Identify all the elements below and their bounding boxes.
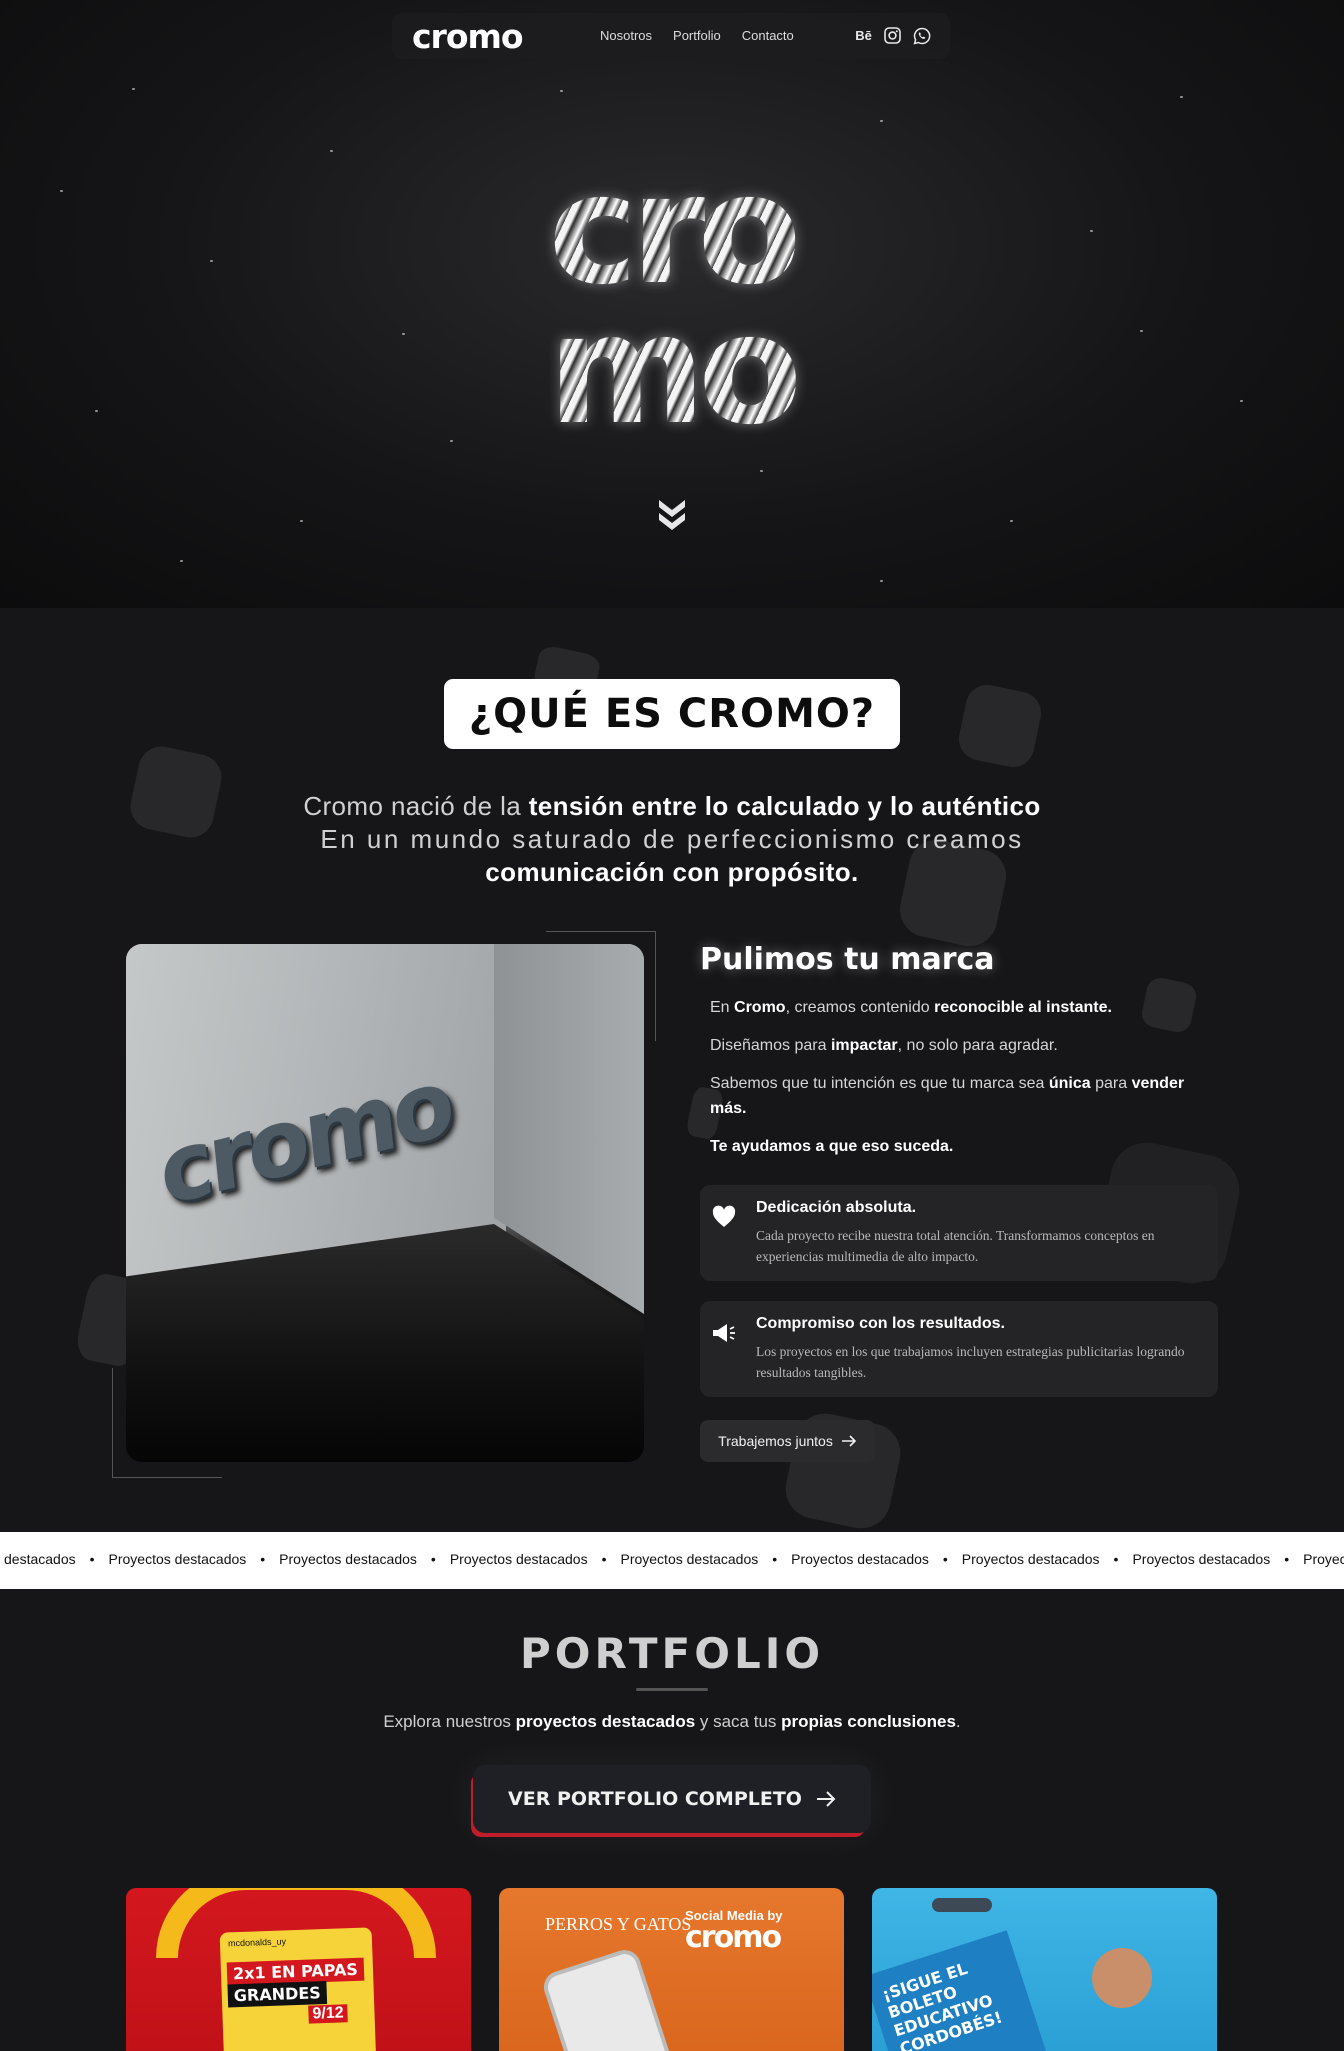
intro-highlight: tensión entre lo calculado y lo auténtic… [528,791,1041,821]
portfolio-card-boleto-educativo[interactable]: ¡SIGUE EL BOLETO EDUCATIVO CORDOBÉS! [872,1888,1217,2051]
about-intro: Cromo nació de la tensión entre lo calcu… [150,790,1194,889]
paragraph: En Cromo, creamos contenido reconocible … [710,999,1112,1016]
intro-highlight-2: comunicación con propósito. [485,857,859,887]
top-navbar: cromo Nosotros Portfolio Contacto Bē [392,13,950,59]
instagram-icon[interactable] [883,26,902,45]
cromo-wall-photo: cromo [126,944,644,1462]
about-section: ¿QUÉ ES CROMO? Cromo nació de la tensión… [0,608,1344,1532]
about-paragraphs: En Cromo, creamos contenido reconocible … [710,995,1220,1159]
feature-card-compromiso: Compromiso con los resultados. Los proye… [700,1301,1218,1397]
nav-links: Nosotros Portfolio Contacto [600,28,794,43]
heart-icon [710,1203,738,1231]
post-handle: mcdonalds_uy [227,1936,287,1949]
intro-line-2: En un mundo saturado de perfeccionismo c… [320,824,1024,854]
promo-post: mcdonalds_uy 2x1 EN PAPAS GRANDES 9/12 [219,1927,377,2051]
nav-link-portfolio[interactable]: Portfolio [673,28,721,43]
title-underline [636,1688,708,1691]
campaign-sign: ¡SIGUE EL BOLETO EDUCATIVO CORDOBÉS! [872,1930,1050,2051]
button-label: VER PORTFOLIO COMPLETO [508,1788,802,1810]
marquee-track: destacados • Proyectos destacados • Proyec… [0,1551,1344,1567]
promo-line-2: GRANDES [227,1981,328,2008]
feature-title: Compromiso con los resultados. [756,1315,1005,1332]
paragraph: Sabemos que tu intención es que tu marca… [710,1075,1185,1117]
portfolio-card-perros-y-gatos[interactable]: PERROS Y GATOS Social Media by cromo [499,1888,844,2051]
intro-text: Cromo nació de la [303,791,529,821]
marquee-item: Proyectos destacados [1132,1551,1271,1567]
portfolio-title: PORTFOLIO [519,1629,825,1678]
social-links: Bē [854,26,931,45]
marquee-item: Proyectos destacados [620,1551,759,1567]
arrow-right-icon [816,1791,836,1807]
button-label: Trabajemos juntos [718,1433,833,1449]
hero-logo-line-2: mo [496,294,846,446]
paragraph: Te ayudamos a que eso suceda. [710,1138,954,1155]
ver-portfolio-button[interactable]: VER PORTFOLIO COMPLETO [473,1765,871,1833]
megaphone-icon [710,1319,738,1347]
marquee-item: Proyectos destacados [961,1551,1100,1567]
promo-date: 9/12 [308,2004,348,2024]
portfolio-subtitle: Explora nuestros proyectos destacados y … [383,1712,961,1731]
about-title: ¿QUÉ ES CROMO? [444,679,900,749]
airplane-shape [932,1898,992,1912]
portfolio-section: PORTFOLIO Explora nuestros proyectos des… [0,1589,1344,2051]
nav-link-contacto[interactable]: Contacto [742,28,794,43]
about-copy: Pulimos tu marca En Cromo, creamos conte… [700,942,1220,1172]
hero-chrome-logo: cro mo [496,154,846,450]
marquee-item: Proyectos destacados [449,1551,588,1567]
decor-blob [954,680,1046,772]
card-logo: cromo [685,1920,782,1955]
marquee-item: Proyectos destacados [279,1551,417,1567]
hero-section: cromo Nosotros Portfolio Contacto Bē cro… [0,0,1344,608]
portfolio-card-mcdonalds[interactable]: mcdonalds_uy 2x1 EN PAPAS GRANDES 9/12 [126,1888,471,2051]
projects-marquee: destacados • Proyectos destacados • Proyec… [0,1532,1344,1589]
feature-text: Los proyectos en los que trabajamos incl… [756,1344,1185,1380]
hero-logo-line-1: cro [496,154,846,306]
marquee-item: Proyectos destacados [108,1551,247,1567]
arrow-right-icon [841,1435,856,1447]
trabajemos-juntos-button[interactable]: Trabajemos juntos [700,1420,875,1462]
feature-card-dedicacion: Dedicación absoluta. Cada proyecto recib… [700,1185,1218,1281]
marquee-item: Proyecto [1303,1551,1344,1567]
marquee-item: destacados [4,1551,76,1567]
whatsapp-icon[interactable] [912,26,931,45]
client-brand: PERROS Y GATOS [545,1914,692,1934]
behance-icon[interactable]: Bē [854,26,873,45]
person-photo [1092,1948,1152,2008]
feature-text: Cada proyecto recibe nuestra total atenc… [756,1228,1155,1264]
phone-mockup [539,1945,679,2051]
about-heading: Pulimos tu marca [700,942,995,977]
double-chevron-down-icon[interactable] [656,497,688,531]
feature-title: Dedicación absoluta. [756,1199,917,1216]
nav-link-nosotros[interactable]: Nosotros [600,28,652,43]
nav-logo[interactable]: cromo [412,17,524,56]
marquee-item: Proyectos destacados [791,1551,929,1567]
paragraph: Diseñamos para impactar, no solo para ag… [710,1037,1058,1054]
